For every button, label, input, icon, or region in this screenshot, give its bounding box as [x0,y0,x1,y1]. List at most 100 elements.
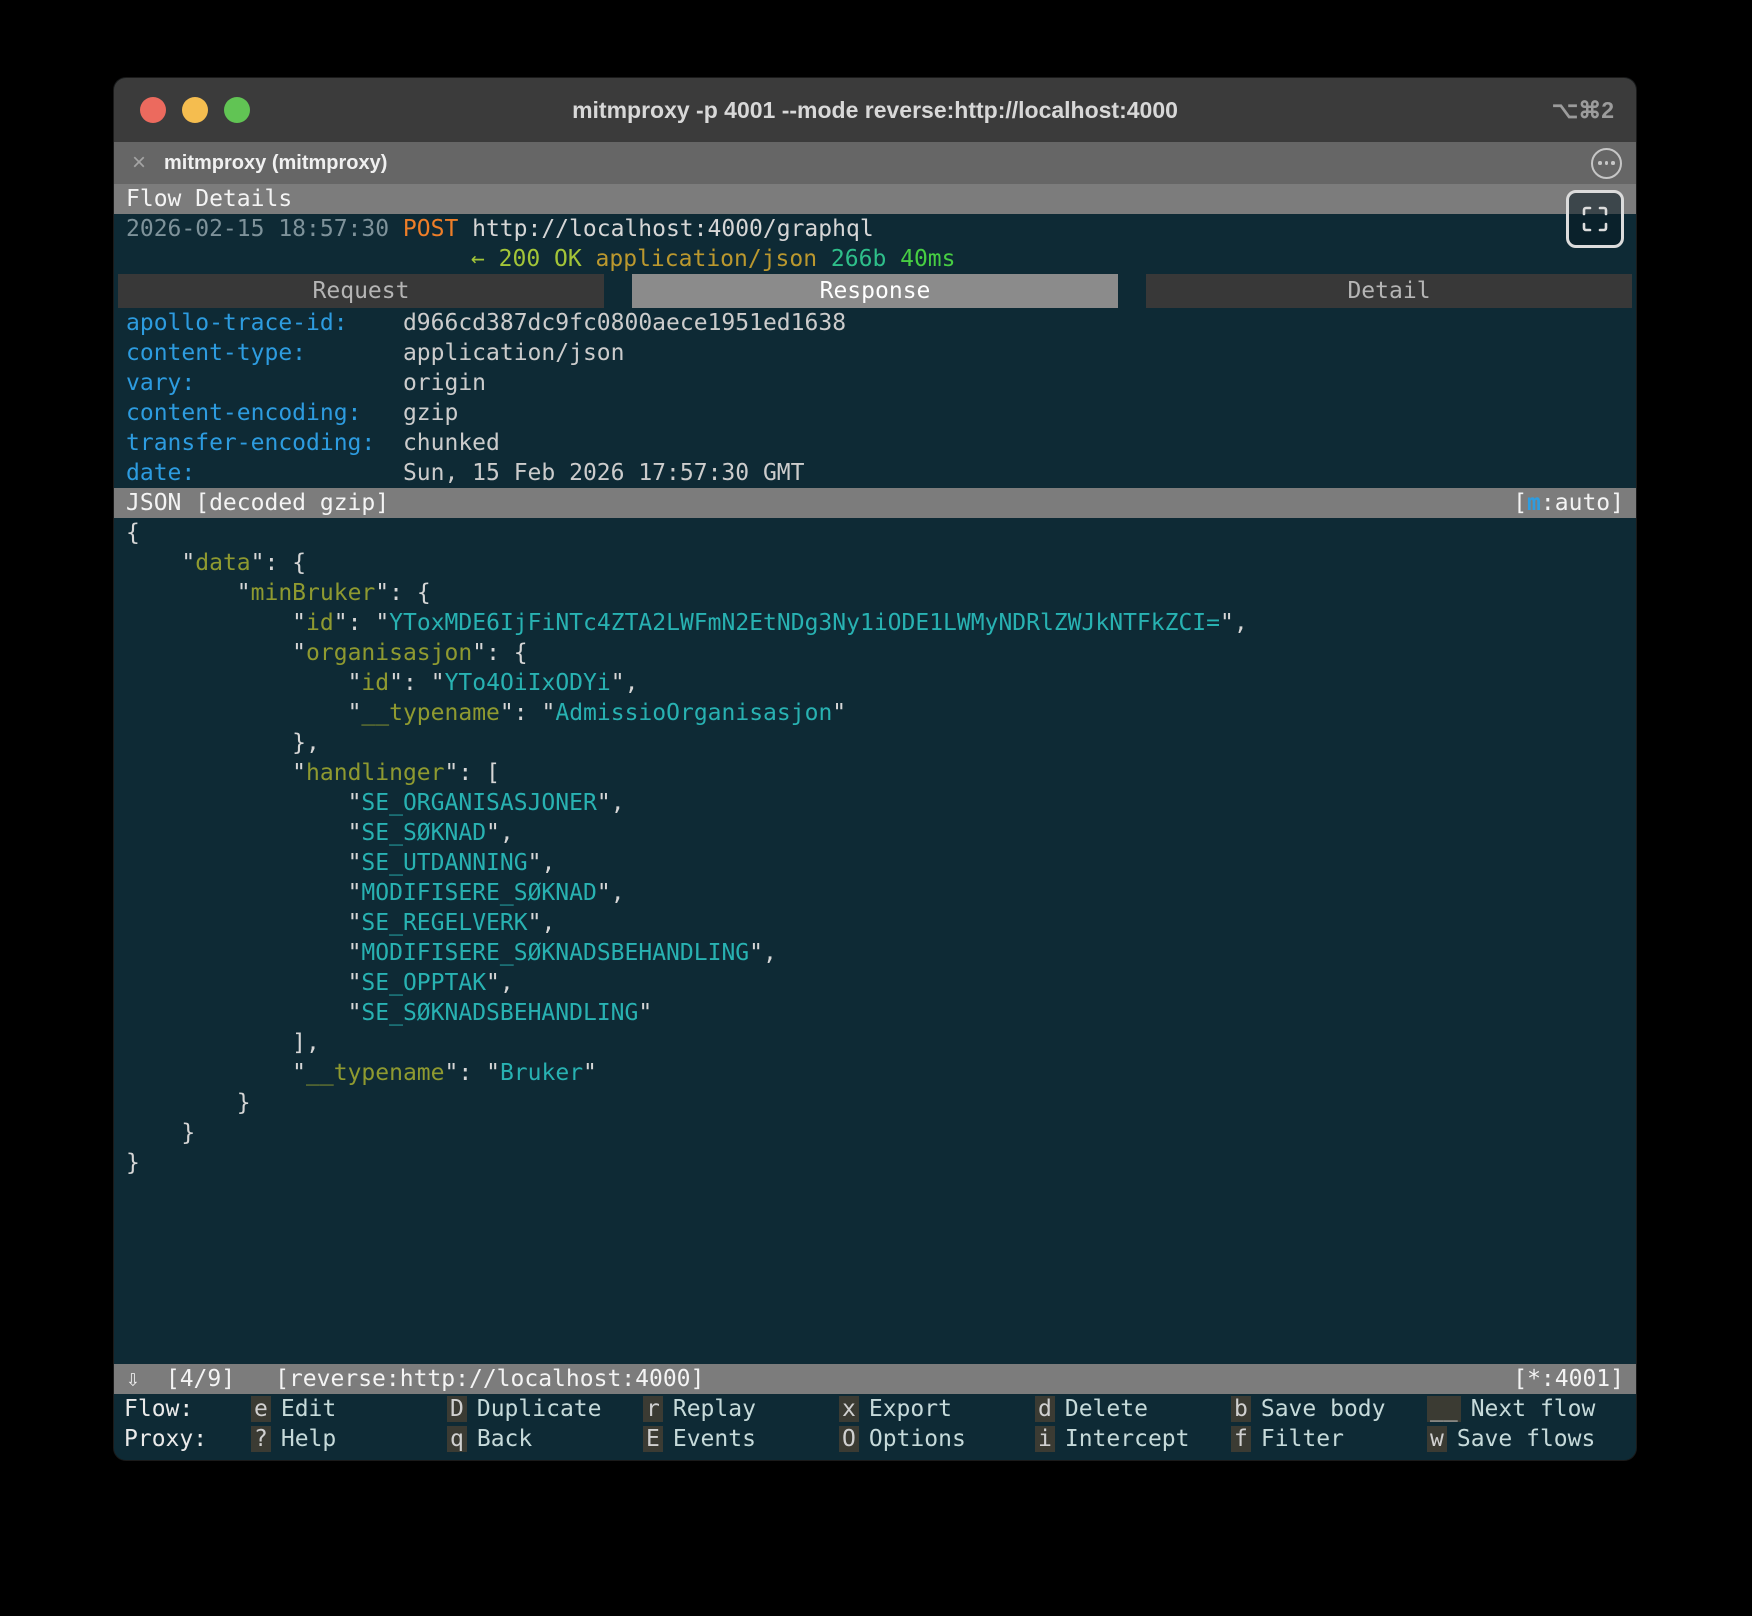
empty-area [114,1178,1636,1364]
key-chip: q [447,1426,467,1452]
json-line: "SE_ORGANISASJONER", [126,788,1624,818]
header-row: content-type:application/json [126,338,1624,368]
window-title: mitmproxy -p 4001 --mode reverse:http://… [114,97,1636,124]
zoom-window-button[interactable] [224,97,250,123]
json-line: }, [126,728,1624,758]
keybinding-edit: e Edit [251,1394,447,1424]
tab-close-icon[interactable]: × [132,142,146,184]
header-row: vary:origin [126,368,1624,398]
key-action-label: Back [477,1426,532,1452]
close-window-button[interactable] [140,97,166,123]
key-action-label: Save body [1261,1396,1386,1422]
header-name: date: [126,458,403,488]
header-name: vary: [126,368,403,398]
json-line: "id": "YToxMDE6IjFiNTc4ZTA2LWFmN2EtNDg3N… [126,608,1624,638]
tab-request[interactable]: Request [118,274,604,308]
json-line: "__typename": "Bruker" [126,1058,1624,1088]
json-line: "organisasjon": { [126,638,1624,668]
key-chip: w [1427,1426,1447,1452]
key-chip: D [447,1396,467,1422]
key-chip: ? [251,1426,271,1452]
header-value: application/json [403,340,625,366]
key-action-label: Save flows [1457,1426,1595,1452]
key-action-label: Events [673,1426,756,1452]
key-chip: d [1035,1396,1055,1422]
header-name: content-encoding: [126,398,403,428]
header-value: gzip [403,400,458,426]
keybinding-help: Flow:e Edit D Duplicate r Replay x Export d Delet… [114,1394,1636,1460]
tab-response[interactable]: Response [632,274,1118,308]
header-row: transfer-encoding:chunked [126,428,1624,458]
header-value: Sun, 15 Feb 2026 17:57:30 GMT [403,460,805,486]
flow-position: [4/9] [166,1366,235,1392]
key-chip: __ [1427,1396,1461,1422]
header-row: content-encoding:gzip [126,398,1624,428]
response-status: 200 OK [499,246,582,272]
terminal-window: mitmproxy -p 4001 --mode reverse:http://… [114,78,1636,1460]
terminal-tab-title[interactable]: mitmproxy (mitmproxy) [164,152,387,175]
key-chip: x [839,1396,859,1422]
keybinding-intercept: i Intercept [1035,1424,1231,1454]
titlebar[interactable]: mitmproxy -p 4001 --mode reverse:http://… [114,78,1636,142]
fullscreen-icon[interactable] [1566,190,1624,248]
json-line: "id": "YTo4OiIxODYi", [126,668,1624,698]
response-duration: 40ms [900,246,955,272]
json-line: } [126,1118,1624,1148]
key-chip: e [251,1396,271,1422]
http-method: POST [403,216,458,242]
json-line: "SE_SØKNADSBEHANDLING" [126,998,1624,1028]
terminal-tab-bar: × mitmproxy (mitmproxy) [114,142,1636,184]
key-action-label: Options [869,1426,966,1452]
desktop: mitmproxy -p 4001 --mode reverse:http://… [0,0,1752,1616]
keybinding-row: Flow:e Edit D Duplicate r Replay x Export d Delet… [114,1394,1636,1424]
flow-timestamp: 2026-02-15 18:57:30 [126,216,389,242]
keybinding-save-flows: w Save flows [1427,1424,1623,1454]
key-action-label: Export [869,1396,952,1422]
json-line: "minBruker": { [126,578,1624,608]
mitmproxy-screen: Flow Details 2026-02-15 18:57:30POSThttp… [114,184,1636,1460]
json-line: "handlinger": [ [126,758,1624,788]
header-value: origin [403,370,486,396]
key-action-label: Duplicate [477,1396,602,1422]
headers-list: apollo-trace-id:d966cd387dc9fc0800aece19… [114,308,1636,488]
response-size: 266b [831,246,886,272]
json-line: "SE_REGELVERK", [126,908,1624,938]
body-view-mode[interactable]: [m:auto] [1513,488,1624,518]
key-chip: E [643,1426,663,1452]
key-chip: b [1231,1396,1251,1422]
tab-detail[interactable]: Detail [1146,274,1632,308]
key-chip: O [839,1426,859,1452]
flow-tabs: Request Response Detail [114,274,1636,308]
json-line: "__typename": "AdmissioOrganisasjon" [126,698,1624,728]
request-url: http://localhost:4000/graphql [472,216,874,242]
window-shortcut-hint: ⌥⌘2 [1552,97,1614,124]
key-action-label: Replay [673,1396,756,1422]
response-json-body: { "data": { "minBruker": { "id": "YToxMD… [114,518,1636,1178]
status-left: ⇩[4/9][reverse:http://localhost:4000] [126,1364,704,1394]
tab-options-icon[interactable] [1591,148,1622,179]
key-action-label: Filter [1261,1426,1344,1452]
json-line: "data": { [126,548,1624,578]
header-row: apollo-trace-id:d966cd387dc9fc0800aece19… [126,308,1624,338]
keybinding-group-label: Flow: [114,1394,251,1424]
key-chip: r [643,1396,663,1422]
key-action-label: Delete [1065,1396,1148,1422]
response-summary-line: ←200 OKapplication/json266b40ms [114,244,1636,274]
response-content-type: application/json [596,246,818,272]
keybinding-events: E Events [643,1424,839,1454]
minimize-window-button[interactable] [182,97,208,123]
keybinding-duplicate: D Duplicate [447,1394,643,1424]
json-line: "MODIFISERE_SØKNAD", [126,878,1624,908]
request-summary-line: 2026-02-15 18:57:30 POST http://localhost:… [114,214,1636,244]
traffic-lights [140,78,250,142]
json-line: "SE_SØKNAD", [126,818,1624,848]
proxy-mode: [reverse:http://localhost:4000] [275,1366,704,1392]
keybinding-delete: d Delete [1035,1394,1231,1424]
key-action-label: Intercept [1065,1426,1190,1452]
keybinding-export: x Export [839,1394,1035,1424]
key-chip: i [1035,1426,1055,1452]
keybinding-help: ?Help [251,1424,447,1454]
json-line: "SE_OPPTAK", [126,968,1624,998]
key-action-label: Edit [281,1396,336,1422]
keybinding-next-flow: __Next flow [1427,1394,1623,1424]
